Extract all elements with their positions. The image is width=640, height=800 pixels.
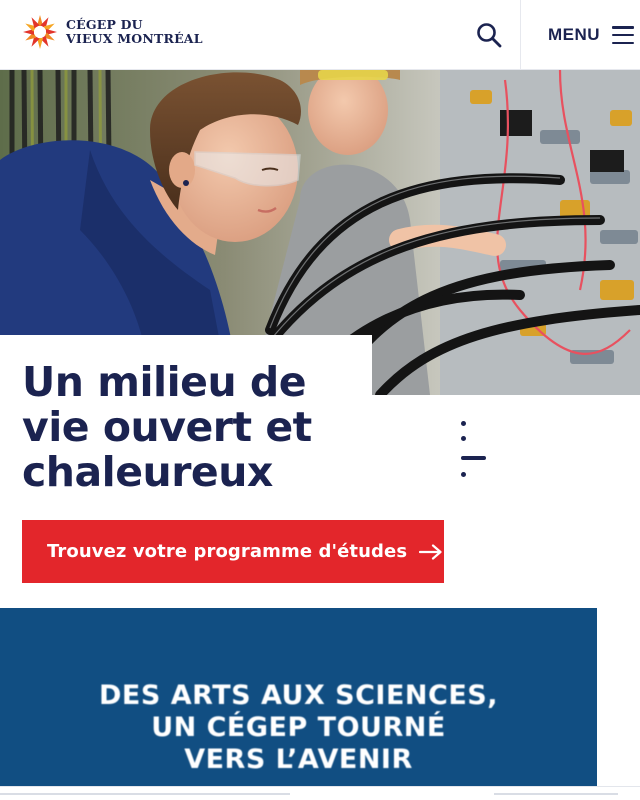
sun-star-logo-icon xyxy=(23,15,57,49)
search-icon xyxy=(477,23,502,48)
slide-pagination xyxy=(452,414,492,484)
college-name: CÉGEP DU VIEUX MONTRÉAL xyxy=(66,18,203,46)
next-section-line-2 xyxy=(494,793,618,795)
search-button[interactable] xyxy=(470,16,508,54)
slide-dot-3[interactable] xyxy=(461,472,466,477)
banner-line-2: UN CÉGEP TOURNÉ xyxy=(151,712,446,743)
logo-line-2: VIEUX MONTRÉAL xyxy=(66,31,203,46)
promo-banner[interactable]: DES ARTS AUX SCIENCES, UN CÉGEP TOURNÉ V… xyxy=(0,608,597,786)
menu-button[interactable]: MENU xyxy=(530,18,634,52)
find-program-label: Trouvez votre programme d'études xyxy=(47,541,408,562)
banner-line-1: DES ARTS AUX SCIENCES, xyxy=(99,680,498,711)
headline-line-2: vie ouvert et xyxy=(22,403,312,451)
slide-dot-active[interactable] xyxy=(461,456,486,460)
headline-line-3: chaleureux xyxy=(22,448,273,496)
menu-label: MENU xyxy=(547,25,600,44)
arrow-right-icon xyxy=(419,543,442,560)
headline-line-1: Un milieu de xyxy=(22,358,307,406)
hamburger-icon xyxy=(612,26,634,44)
header-divider xyxy=(520,0,521,70)
next-section-line-1 xyxy=(0,793,290,795)
hero-headline: Un milieu de vie ouvert et chaleureux xyxy=(22,360,422,495)
banner-line-3: VERS L’AVENIR xyxy=(184,744,413,775)
college-logo-link[interactable]: CÉGEP DU VIEUX MONTRÉAL xyxy=(22,14,203,50)
slide-dot-1[interactable] xyxy=(461,421,466,426)
site-header: CÉGEP DU VIEUX MONTRÉAL MENU xyxy=(0,0,640,70)
find-program-button[interactable]: Trouvez votre programme d'études xyxy=(22,520,444,583)
slide-dot-2[interactable] xyxy=(461,436,466,441)
logo-line-1: CÉGEP DU xyxy=(66,17,143,32)
next-section-edge xyxy=(0,786,640,800)
